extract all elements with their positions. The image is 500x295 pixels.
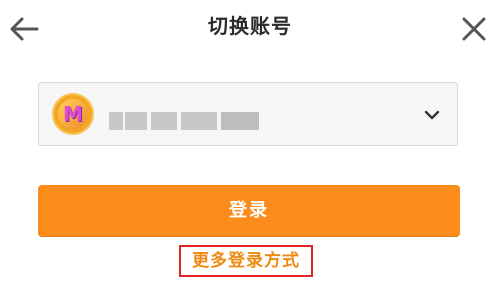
more-login-options-link[interactable]: 更多登录方式: [179, 245, 313, 277]
avatar-letter: M: [58, 99, 88, 129]
header-bar: 切换账号: [0, 0, 500, 58]
account-select[interactable]: M: [38, 82, 458, 146]
close-icon: [462, 17, 486, 41]
close-button[interactable]: [456, 11, 492, 47]
avatar: M: [52, 93, 94, 135]
page-title: 切换账号: [208, 14, 292, 38]
chevron-down-icon: [424, 110, 440, 120]
login-button[interactable]: 登录: [38, 185, 460, 236]
